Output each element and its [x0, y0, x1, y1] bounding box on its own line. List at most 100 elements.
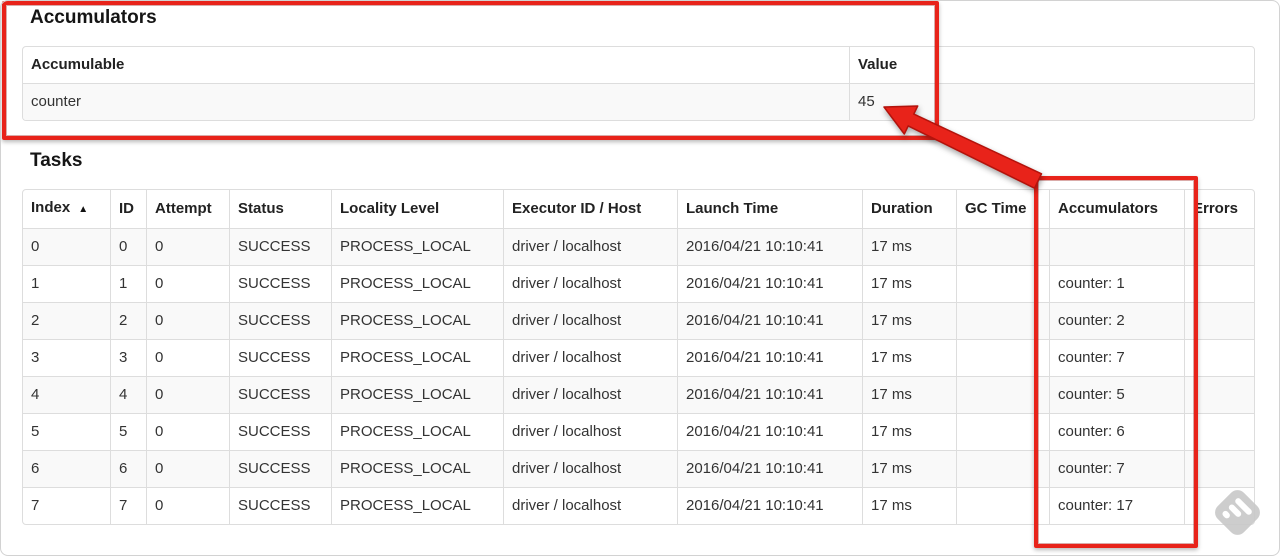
attempt-column-header[interactable]: Attempt	[146, 190, 229, 228]
tasks-table-body: 0 0 0 SUCCESS PROCESS_LOCAL driver / localhos…	[23, 228, 1254, 524]
task-cell-gc-time	[956, 487, 1049, 524]
accumulators-column-header[interactable]: Accumulators	[1049, 190, 1184, 228]
task-cell-errors	[1184, 413, 1254, 450]
value-column-header[interactable]: Value	[849, 47, 1254, 83]
task-cell-gc-time	[956, 376, 1049, 413]
task-cell-gc-time	[956, 265, 1049, 302]
index-column-header[interactable]: Index ▲	[23, 190, 110, 228]
task-cell-accumulators: counter: 7	[1049, 339, 1184, 376]
task-cell-gc-time	[956, 339, 1049, 376]
task-cell-accumulators: counter: 1	[1049, 265, 1184, 302]
task-cell-gc-time	[956, 450, 1049, 487]
task-cell-index: 6	[23, 450, 110, 487]
task-cell-attempt: 0	[146, 376, 229, 413]
task-cell-status: SUCCESS	[229, 339, 331, 376]
task-cell-index: 7	[23, 487, 110, 524]
task-row: 5 5 0 SUCCESS PROCESS_LOCAL driver / localhos…	[23, 413, 1254, 450]
task-cell-duration: 17 ms	[862, 487, 956, 524]
task-cell-attempt: 0	[146, 302, 229, 339]
task-row: 2 2 0 SUCCESS PROCESS_LOCAL driver / localhos…	[23, 302, 1254, 339]
task-cell-id: 2	[110, 302, 146, 339]
task-cell-id: 3	[110, 339, 146, 376]
task-cell-executor-id-host: driver / localhost	[503, 265, 677, 302]
task-cell-accumulators: counter: 5	[1049, 376, 1184, 413]
task-cell-id: 4	[110, 376, 146, 413]
task-cell-status: SUCCESS	[229, 487, 331, 524]
task-cell-attempt: 0	[146, 413, 229, 450]
task-cell-executor-id-host: driver / localhost	[503, 228, 677, 265]
task-cell-executor-id-host: driver / localhost	[503, 339, 677, 376]
task-cell-launch-time: 2016/04/21 10:10:41	[677, 413, 862, 450]
task-cell-executor-id-host: driver / localhost	[503, 302, 677, 339]
tasks-section-title: Tasks	[30, 150, 83, 171]
task-row: 1 1 0 SUCCESS PROCESS_LOCAL driver / localhos…	[23, 265, 1254, 302]
task-cell-errors	[1184, 376, 1254, 413]
task-cell-duration: 17 ms	[862, 302, 956, 339]
locality-level-column-header[interactable]: Locality Level	[331, 190, 503, 228]
task-cell-status: SUCCESS	[229, 450, 331, 487]
task-cell-status: SUCCESS	[229, 228, 331, 265]
task-cell-errors	[1184, 339, 1254, 376]
task-cell-gc-time	[956, 413, 1049, 450]
sort-ascending-icon: ▲	[78, 204, 89, 215]
task-cell-gc-time	[956, 302, 1049, 339]
task-cell-status: SUCCESS	[229, 302, 331, 339]
task-cell-launch-time: 2016/04/21 10:10:41	[677, 376, 862, 413]
task-cell-executor-id-host: driver / localhost	[503, 376, 677, 413]
task-cell-id: 6	[110, 450, 146, 487]
task-cell-launch-time: 2016/04/21 10:10:41	[677, 450, 862, 487]
task-cell-errors	[1184, 302, 1254, 339]
task-cell-attempt: 0	[146, 265, 229, 302]
task-cell-executor-id-host: driver / localhost	[503, 413, 677, 450]
task-cell-duration: 17 ms	[862, 265, 956, 302]
task-cell-accumulators: counter: 6	[1049, 413, 1184, 450]
index-column-label: Index	[31, 199, 71, 216]
task-cell-index: 1	[23, 265, 110, 302]
task-cell-locality-level: PROCESS_LOCAL	[331, 413, 503, 450]
task-row: 0 0 0 SUCCESS PROCESS_LOCAL driver / localhos…	[23, 228, 1254, 265]
tasks-header-row: Index ▲ ID Attempt Status Locality Level …	[23, 190, 1254, 228]
task-cell-duration: 17 ms	[862, 450, 956, 487]
task-row: 4 4 0 SUCCESS PROCESS_LOCAL driver / localhos…	[23, 376, 1254, 413]
accumulators-section-title: Accumulators	[30, 7, 157, 28]
task-cell-launch-time: 2016/04/21 10:10:41	[677, 487, 862, 524]
task-cell-status: SUCCESS	[229, 376, 331, 413]
task-cell-status: SUCCESS	[229, 413, 331, 450]
duration-column-header[interactable]: Duration	[862, 190, 956, 228]
task-cell-launch-time: 2016/04/21 10:10:41	[677, 228, 862, 265]
errors-column-header[interactable]: Errors	[1184, 190, 1254, 228]
accumulable-column-header[interactable]: Accumulable	[23, 47, 849, 83]
task-cell-id: 0	[110, 228, 146, 265]
task-cell-launch-time: 2016/04/21 10:10:41	[677, 339, 862, 376]
launch-time-column-header[interactable]: Launch Time	[677, 190, 862, 228]
task-cell-duration: 17 ms	[862, 228, 956, 265]
task-cell-accumulators: counter: 7	[1049, 450, 1184, 487]
executor-id-host-column-header[interactable]: Executor ID / Host	[503, 190, 677, 228]
task-cell-status: SUCCESS	[229, 265, 331, 302]
task-cell-index: 4	[23, 376, 110, 413]
task-cell-attempt: 0	[146, 339, 229, 376]
task-cell-errors	[1184, 265, 1254, 302]
task-cell-accumulators: counter: 2	[1049, 302, 1184, 339]
accumulators-table: Accumulable Value counter 45	[22, 46, 1255, 121]
task-cell-locality-level: PROCESS_LOCAL	[331, 487, 503, 524]
task-cell-locality-level: PROCESS_LOCAL	[331, 376, 503, 413]
task-cell-attempt: 0	[146, 450, 229, 487]
task-cell-executor-id-host: driver / localhost	[503, 487, 677, 524]
task-cell-executor-id-host: driver / localhost	[503, 450, 677, 487]
task-cell-locality-level: PROCESS_LOCAL	[331, 265, 503, 302]
task-cell-gc-time	[956, 228, 1049, 265]
task-cell-launch-time: 2016/04/21 10:10:41	[677, 302, 862, 339]
task-cell-accumulators	[1049, 228, 1184, 265]
task-row: 7 7 0 SUCCESS PROCESS_LOCAL driver / localhos…	[23, 487, 1254, 524]
page-content: Accumulators Accumulable Value counter 4…	[0, 0, 1280, 525]
accumulator-row: counter 45	[23, 83, 1254, 120]
task-cell-id: 7	[110, 487, 146, 524]
gc-time-column-header[interactable]: GC Time	[956, 190, 1049, 228]
id-column-header[interactable]: ID	[110, 190, 146, 228]
status-column-header[interactable]: Status	[229, 190, 331, 228]
task-cell-attempt: 0	[146, 228, 229, 265]
task-cell-duration: 17 ms	[862, 339, 956, 376]
task-cell-errors	[1184, 228, 1254, 265]
task-cell-index: 0	[23, 228, 110, 265]
